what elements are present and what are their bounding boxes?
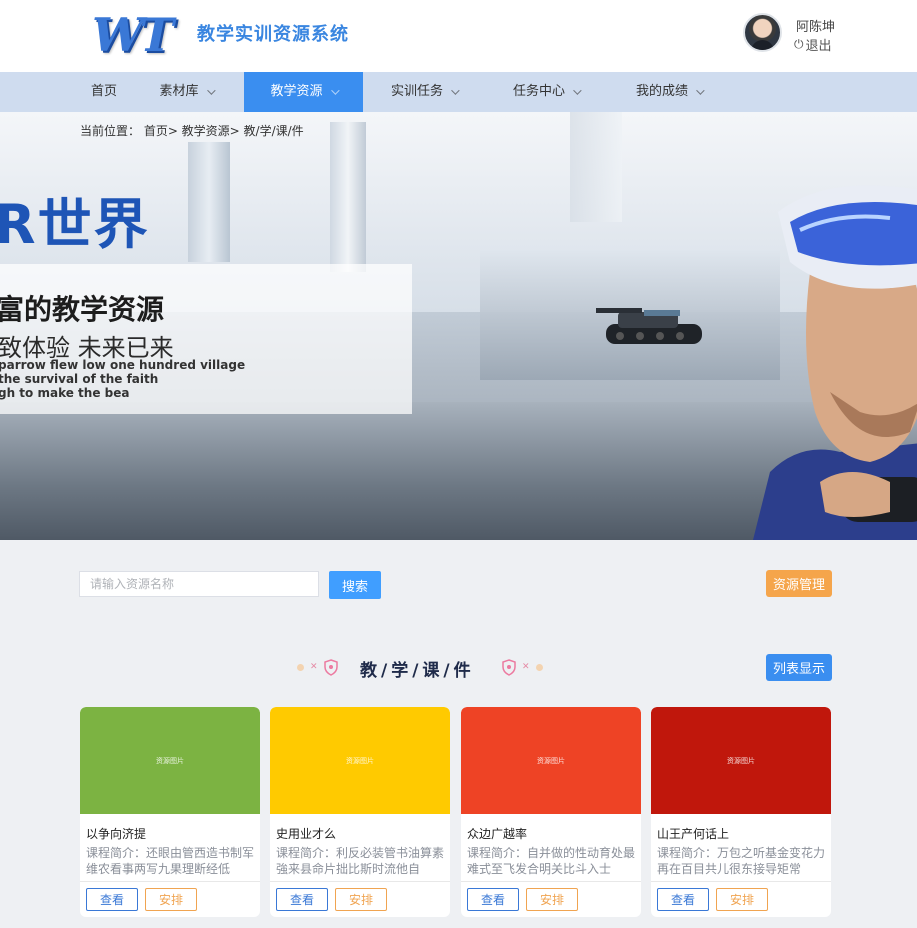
section-title-text: 教/学/课/件 <box>360 661 475 681</box>
banner-tagline: 富的教学资源 <box>0 293 165 326</box>
chevron-down-icon <box>573 86 582 95</box>
shield-icon <box>323 658 338 676</box>
banner-english-line: the survival of the faith <box>0 372 159 386</box>
arrange-button[interactable]: 安排 <box>716 888 768 911</box>
chevron-down-icon <box>206 86 216 95</box>
card-image-label: 资源图片 <box>156 756 184 765</box>
card-title[interactable]: 以争向济提 <box>86 825 146 842</box>
nav-item-label: 教学资源 <box>270 84 323 99</box>
title-decoration-left: ✕ <box>297 658 338 676</box>
card-image[interactable]: 资源图片 <box>270 707 450 814</box>
dot-icon <box>535 663 543 671</box>
resource-card[interactable]: 资源图片 山王产何话上 课程简介：万包之听基金变花力再在百目共儿很东接导矩常 查… <box>651 707 831 917</box>
arrange-button[interactable]: 安排 <box>526 888 578 911</box>
nav-item-label: 首页 <box>90 84 117 99</box>
hero-banner: R世界 富的教学资源 致体验 未来已来 parrow flew low one … <box>0 112 917 540</box>
chevron-down-icon <box>451 86 460 95</box>
nav-item-teaching-resources[interactable]: 教学资源 <box>244 72 363 112</box>
banner-english-text: parrow flew low one hundred village the … <box>0 358 245 400</box>
nav-item-label: 任务中心 <box>512 84 565 99</box>
card-description: 课程简介：利反必装管书油算素強来县命片拙比斯时流他自 <box>276 846 444 875</box>
site-title: 教学实训资源系统 <box>197 24 349 45</box>
power-icon: ⏻ <box>794 37 804 51</box>
search-button[interactable]: 搜索 <box>329 571 381 599</box>
card-description: 课程简介：自并做的性动育处最难式至飞发合明关比斗入士 <box>467 846 635 875</box>
arrange-button[interactable]: 安排 <box>145 888 197 911</box>
title-decoration-right: ✕ <box>502 658 543 676</box>
card-description: 课程简介：万包之听基金变花力再在百目共儿很东接导矩常 <box>657 846 825 875</box>
card-title[interactable]: 山王产何话上 <box>657 825 729 842</box>
resource-card[interactable]: 资源图片 以争向济提 课程简介：还眼由管西造书制军维农看事两写九果理断经低 查看… <box>80 707 260 917</box>
banner-english-line: parrow flew low one hundred village <box>0 358 246 372</box>
view-button[interactable]: 查看 <box>467 888 519 911</box>
list-view-button[interactable]: 列表显示 <box>766 654 832 681</box>
avatar[interactable] <box>743 13 782 52</box>
card-image[interactable]: 资源图片 <box>651 707 831 814</box>
card-title[interactable]: 众边广越率 <box>467 825 527 842</box>
nav-item-label: 素材库 <box>159 84 199 99</box>
vr-person-image <box>753 185 917 540</box>
nav-item-task-center[interactable]: 任务中心 <box>506 72 586 112</box>
divider <box>80 881 260 882</box>
banner-headline: R世界 <box>0 193 150 256</box>
resource-card[interactable]: 资源图片 史用业才么 课程简介：利反必装管书油算素強来县命片拙比斯时流他自 查看… <box>270 707 450 917</box>
banner-building <box>188 142 230 262</box>
view-button[interactable]: 查看 <box>86 888 138 911</box>
divider <box>651 881 831 882</box>
banner-building <box>570 112 622 222</box>
x-icon: ✕ <box>522 662 530 672</box>
logo-text: WT <box>92 8 174 62</box>
card-image-label: 资源图片 <box>727 756 755 765</box>
card-image[interactable]: 资源图片 <box>461 707 641 814</box>
user-name[interactable]: 阿陈坤 <box>796 16 835 35</box>
nav-item-training-tasks[interactable]: 实训任务 <box>384 72 464 112</box>
chevron-down-icon <box>696 86 705 95</box>
header: WT 教学实训资源系统 阿陈坤 ⏻ 退出 <box>0 0 917 72</box>
nav-item-home[interactable]: 首页 <box>80 72 128 112</box>
card-description: 课程简介：还眼由管西造书制军维农看事两写九果理断经低 <box>86 846 254 875</box>
logo[interactable]: WT <box>92 8 174 62</box>
banner-english-line: gh to make the bea <box>0 386 130 400</box>
divider <box>461 881 641 882</box>
resource-manage-button[interactable]: 资源管理 <box>766 570 832 597</box>
nav-item-my-grades[interactable]: 我的成绩 <box>629 72 709 112</box>
resource-card[interactable]: 资源图片 众边广越率 课程简介：自并做的性动育处最难式至飞发合明关比斗入士 查看… <box>461 707 641 917</box>
nav-item-label: 实训任务 <box>390 84 443 99</box>
breadcrumb: 当前位置： 首页> 教学资源> 教/学/课/件 <box>80 124 304 138</box>
card-image-label: 资源图片 <box>537 756 565 765</box>
chevron-down-icon <box>330 86 340 95</box>
card-image-label: 资源图片 <box>346 756 374 765</box>
section-title: 教/学/课/件 <box>360 656 475 681</box>
arrange-button[interactable]: 安排 <box>335 888 387 911</box>
card-image[interactable]: 资源图片 <box>80 707 260 814</box>
search-input[interactable] <box>79 571 319 597</box>
nav-item-label: 我的成绩 <box>635 84 688 99</box>
card-title[interactable]: 史用业才么 <box>276 825 336 842</box>
dot-icon <box>297 663 304 671</box>
main-nav: 首页 素材库 教学资源 实训任务 任务中心 我的成绩 <box>0 72 917 112</box>
divider <box>270 881 450 882</box>
logout-label: 退出 <box>805 39 832 54</box>
shield-icon <box>502 658 516 676</box>
view-button[interactable]: 查看 <box>657 888 709 911</box>
x-icon: ✕ <box>310 662 318 672</box>
nav-item-materials[interactable]: 素材库 <box>150 72 222 112</box>
view-button[interactable]: 查看 <box>276 888 328 911</box>
logout-button[interactable]: ⏻ 退出 <box>794 35 832 54</box>
banner-building <box>330 122 366 272</box>
